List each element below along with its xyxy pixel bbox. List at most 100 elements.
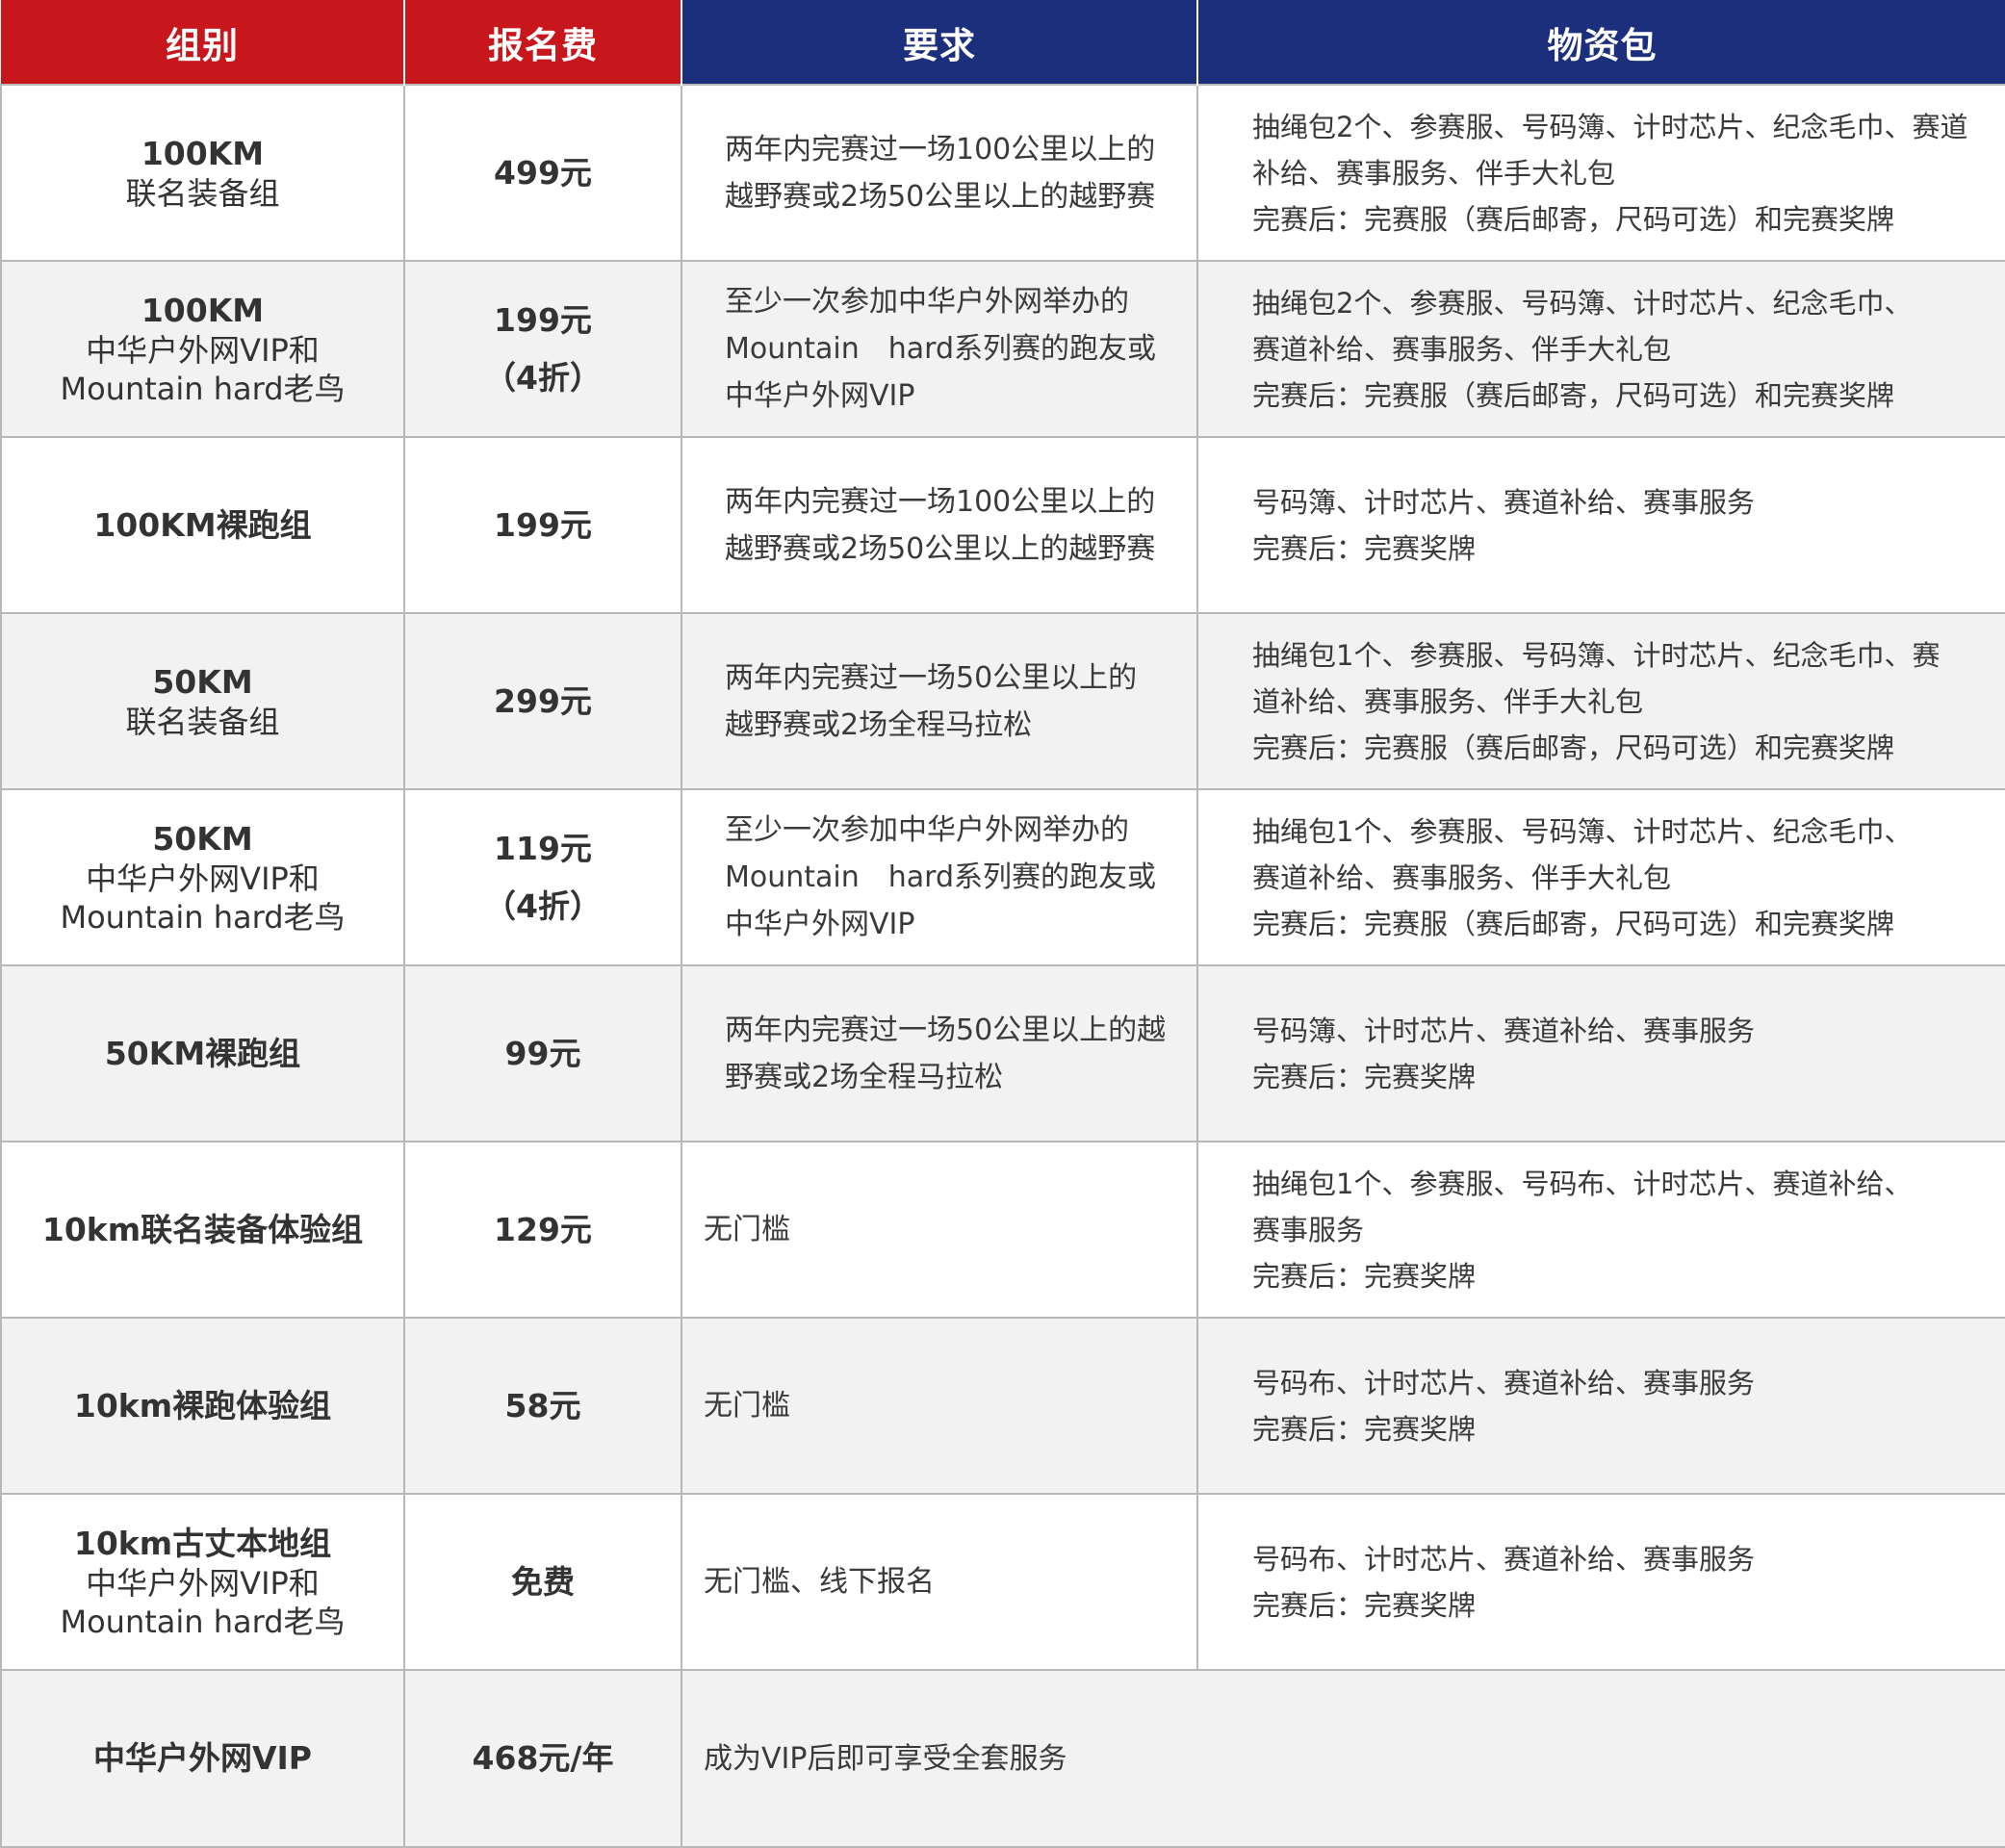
kit-line: 完赛后：完赛奖牌 [1252,1259,1477,1293]
group-line: Mountain hard老鸟 [60,370,346,407]
requirement-line: 两年内完赛过一场100公里以上的 [725,484,1156,519]
group-cell: 50KM裸跑组 [0,964,405,1142]
group-cell: 10km联名装备体验组 [0,1141,405,1319]
kit-line: 赛道补给、赛事服务、伴手大礼包 [1252,860,1672,894]
requirement-line: 两年内完赛过一场50公里以上的越 [725,1013,1167,1047]
group-cell: 100KM 联名装备组 [0,84,405,262]
group-line: 100KM [141,291,265,329]
fee-line: 119元 [494,829,592,867]
fee-line: 129元 [494,1210,592,1248]
requirement-line: 两年内完赛过一场100公里以上的 [725,132,1156,167]
kit-line: 号码簿、计时芯片、赛道补给、赛事服务 [1252,1014,1756,1047]
kit-line: 完赛后：完赛服（赛后邮寄，尺码可选）和完赛奖牌 [1252,378,1895,412]
table-row: 100KM 中华户外网VIP和 Mountain hard老鸟 199元 （4折） 至少一… [0,260,2005,438]
table-row: 10km裸跑体验组 58元 无门槛 号码布、计时芯片、赛道补给、赛事服务 完赛后：完赛奖… [0,1317,2005,1495]
registration-fee-table: 组别 报名费 要求 物资包 100KM 联名装备组 499元 两年内完赛过一场100公… [0,0,2005,1848]
kit-cell: 抽绳包1个、参赛服、号码簿、计时芯片、纪念毛巾、赛道补给、赛事服务、伴手大礼包完… [1196,612,2005,790]
table-header: 组别 报名费 要求 物资包 [1,0,2005,85]
kit-line: 完赛后：完赛服（赛后邮寄，尺码可选）和完赛奖牌 [1252,907,1895,940]
group-cell: 中华户外网VIP [0,1669,405,1848]
requirement-cell: 两年内完赛过一场50公里以上的越野赛或2场全程马拉松 [681,964,1198,1142]
group-cell: 50KM 联名装备组 [0,612,405,790]
kit-line: 抽绳包2个、参赛服、号码簿、计时芯片、纪念毛巾、 [1252,286,1913,320]
kit-cell: 号码簿、计时芯片、赛道补给、赛事服务 完赛后：完赛奖牌 [1196,436,2005,614]
header-requirement: 要求 [681,0,1198,85]
requirement-line: 成为VIP后即可享受全套服务 [704,1741,1067,1776]
requirement-line: Mountain hard系列赛的跑友或 [725,860,1157,894]
group-line: 联名装备组 [125,703,280,740]
fee-cell: 468元/年 [403,1669,682,1848]
kit-line: 号码簿、计时芯片、赛道补给、赛事服务 [1252,485,1756,519]
table-row: 100KM裸跑组 199元 两年内完赛过一场100公里以上的 越野赛或2场50公里以上… [0,436,2005,614]
requirement-line: 越野赛或2场50公里以上的越野赛 [725,531,1156,566]
requirement-cell: 两年内完赛过一场100公里以上的 越野赛或2场50公里以上的越野赛 [681,84,1198,262]
kit-line: 补给、赛事服务、伴手大礼包 [1252,156,1616,190]
fee-cell: 58元 [403,1317,682,1495]
kit-line: 完赛后：完赛奖牌 [1252,531,1477,565]
fee-cell: 199元 [403,436,682,614]
group-line: 50KM [152,662,253,701]
requirement-line: 无门槛 [704,1389,790,1423]
requirement-line: 两年内完赛过一场50公里以上的 [725,660,1138,695]
table-row: 100KM 联名装备组 499元 两年内完赛过一场100公里以上的 越野赛或2场50公里… [0,84,2005,262]
table-row: 50KM 中华户外网VIP和 Mountain hard老鸟 119元 （4折） 至少一次… [0,788,2005,966]
requirement-line: Mountain hard系列赛的跑友或 [725,332,1157,366]
table-row: 10km古丈本地组 中华户外网VIP和 Mountain hard老鸟 免费 无门槛、线… [0,1493,2005,1671]
fee-line: 199元 [494,505,592,544]
fee-line: 免费 [511,1562,575,1601]
requirement-line: 至少一次参加中华户外网举办的 [725,813,1129,847]
fee-line: 58元 [504,1386,581,1424]
kit-cell: 抽绳包2个、参赛服、号码簿、计时芯片、纪念毛巾、赛道补给、赛事服务、伴手大礼包完… [1196,260,2005,438]
group-line: Mountain hard老鸟 [60,898,346,936]
group-line: Mountain hard老鸟 [60,1603,346,1640]
group-line: 中华户外网VIP [92,1739,312,1777]
kit-line: 抽绳包1个、参赛服、号码簿、计时芯片、纪念毛巾、 [1252,814,1913,848]
group-line: 100KM [141,134,265,172]
requirement-cell: 两年内完赛过一场100公里以上的 越野赛或2场50公里以上的越野赛 [681,436,1198,614]
requirement-cell: 无门槛 [681,1317,1198,1495]
kit-cell: 号码簿、计时芯片、赛道补给、赛事服务 完赛后：完赛奖牌 [1196,964,2005,1142]
kit-line: 道补给、赛事服务、伴手大礼包 [1252,684,1644,718]
requirement-line: 中华户外网VIP [725,908,915,941]
group-line: 50KM裸跑组 [104,1034,301,1072]
fee-line: 299元 [494,681,592,720]
kit-line: 赛道补给、赛事服务、伴手大礼包 [1252,332,1672,366]
fee-cell: 119元 （4折） [403,788,682,966]
group-line: 10km联名装备体验组 [41,1210,364,1248]
kit-line: 完赛后：完赛服（赛后邮寄，尺码可选）和完赛奖牌 [1252,731,1895,764]
requirement-line: 越野赛或2场50公里以上的越野赛 [725,179,1156,214]
kit-cell: 号码布、计时芯片、赛道补给、赛事服务 完赛后：完赛奖牌 [1196,1493,2005,1671]
kit-cell: 抽绳包1个、参赛服、号码布、计时芯片、赛道补给、 赛事服务完赛后：完赛奖牌 [1196,1141,2005,1319]
kit-line: 号码布、计时芯片、赛道补给、赛事服务 [1252,1542,1756,1576]
requirement-line: 无门槛、线下报名 [704,1565,935,1599]
kit-line: 完赛后：完赛奖牌 [1252,1588,1477,1622]
table-row: 10km联名装备体验组 129元 无门槛 抽绳包1个、参赛服、号码布、计时芯片、赛道补… [0,1141,2005,1319]
group-cell: 100KM 中华户外网VIP和 Mountain hard老鸟 [0,260,405,438]
group-line: 100KM裸跑组 [93,505,312,544]
kit-line: 抽绳包1个、参赛服、号码簿、计时芯片、纪念毛巾、赛 [1252,638,1941,672]
group-cell: 100KM裸跑组 [0,436,405,614]
fee-cell: 129元 [403,1141,682,1319]
kit-line: 赛事服务 [1252,1213,1365,1246]
requirement-cell: 无门槛 [681,1141,1198,1319]
fee-line: 199元 [494,300,592,339]
table-row: 50KM裸跑组 99元 两年内完赛过一场50公里以上的越 野赛或2场全程马拉松 号码簿、… [0,964,2005,1142]
fee-cell: 免费 [403,1493,682,1671]
header-group: 组别 [1,0,405,85]
header-row: 组别 报名费 要求 物资包 [1,0,2005,85]
requirement-line: 野赛或2场全程马拉松 [725,1060,1004,1094]
group-line: 50KM [152,819,253,858]
fee-line: 499元 [494,153,592,192]
group-cell: 10km古丈本地组 中华户外网VIP和 Mountain hard老鸟 [0,1493,405,1671]
group-cell: 10km裸跑体验组 [0,1317,405,1495]
fee-cell: 199元 （4折） [403,260,682,438]
fee-line: 99元 [504,1034,581,1072]
fee-cell: 299元 [403,612,682,790]
group-cell: 50KM 中华户外网VIP和 Mountain hard老鸟 [0,788,405,966]
requirement-line: 至少一次参加中华户外网举办的 [725,285,1129,319]
kit-line: 抽绳包1个、参赛服、号码布、计时芯片、赛道补给、 [1252,1167,1913,1200]
group-line: 中华户外网VIP和 [86,860,320,897]
requirement-line: 无门槛 [704,1213,790,1246]
kit-line: 完赛后：完赛奖牌 [1252,1412,1477,1446]
group-line: 联名装备组 [125,174,280,212]
